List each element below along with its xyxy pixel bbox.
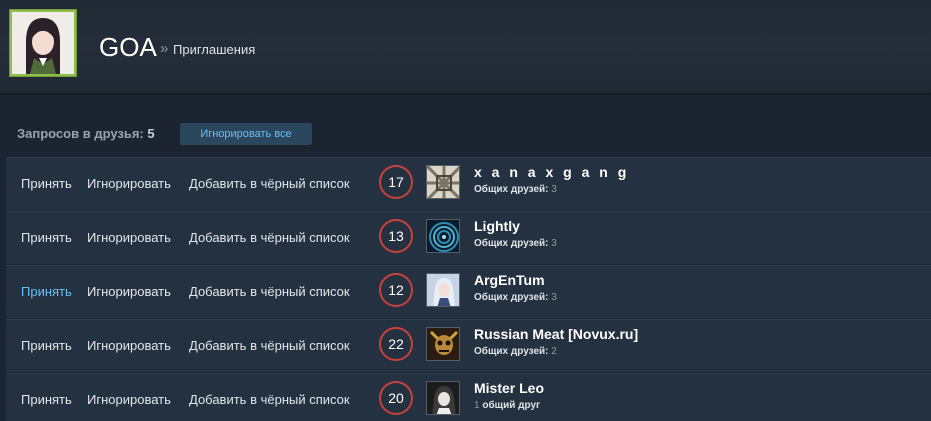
friend-name-link[interactable]: ArgEnTum: [474, 272, 545, 288]
block-button[interactable]: Добавить в чёрный список: [189, 392, 350, 407]
ignore-all-button[interactable]: Игнорировать все: [180, 123, 312, 145]
mutual-friends: Общих друзей: 3: [474, 184, 557, 195]
mutual-friends: Общих друзей: 2: [474, 346, 557, 357]
block-button[interactable]: Добавить в чёрный список: [189, 284, 350, 299]
mutual-friends-label: Общих друзей:: [474, 292, 549, 303]
ignore-button[interactable]: Игнорировать: [87, 176, 171, 191]
spiral-avatar-icon[interactable]: [426, 219, 460, 253]
block-button[interactable]: Добавить в чёрный список: [189, 230, 350, 245]
mutual-friends: Общих друзей: 3: [474, 238, 557, 249]
accept-button[interactable]: Принять: [21, 284, 72, 299]
ignore-button[interactable]: Игнорировать: [87, 230, 171, 245]
friend-request-row: Принять Игнорировать Добавить в чёрный с…: [6, 211, 931, 264]
friend-name-link[interactable]: x a n a x g a n g: [474, 164, 629, 180]
friend-request-row: Принять Игнорировать Добавить в чёрный с…: [6, 157, 931, 210]
mutual-friends-count: 1: [474, 400, 480, 411]
friend-request-row: Принять Игнорировать Добавить в чёрный с…: [6, 265, 931, 318]
profile-name-link[interactable]: GOA: [99, 32, 157, 62]
skull-avatar-icon[interactable]: [426, 327, 460, 361]
steam-level-badge: 22: [379, 327, 413, 361]
mutual-friends: 1 общий друг: [474, 400, 540, 411]
mutual-friends-count: 3: [551, 184, 557, 195]
ignore-button[interactable]: Игнорировать: [87, 284, 171, 299]
pattern-avatar-icon[interactable]: [426, 165, 460, 199]
mutual-friends-label: Общих друзей:: [474, 184, 549, 195]
accept-button[interactable]: Принять: [21, 338, 72, 353]
profile-avatar[interactable]: [9, 9, 77, 77]
friend-invites-page: GOA » Приглашения Запросов в друзья: 5 И…: [0, 0, 931, 421]
mutual-friends-count: 2: [551, 346, 557, 357]
steam-level-badge: 12: [379, 273, 413, 307]
friend-name-link[interactable]: Mister Leo: [474, 380, 544, 396]
mutual-friends-label: общий друг: [482, 400, 541, 411]
requests-summary: Запросов в друзья: 5: [17, 126, 155, 141]
mutual-friends-count: 3: [551, 292, 557, 303]
accept-button[interactable]: Принять: [21, 176, 72, 191]
profile-header: GOA » Приглашения: [0, 0, 931, 93]
mutual-friends-count: 3: [551, 238, 557, 249]
page-title: Приглашения: [173, 42, 256, 57]
block-button[interactable]: Добавить в чёрный список: [189, 176, 350, 191]
friend-name-link[interactable]: Lightly: [474, 218, 520, 234]
block-button[interactable]: Добавить в чёрный список: [189, 338, 350, 353]
ignore-button[interactable]: Игнорировать: [87, 392, 171, 407]
requests-label: Запросов в друзья:: [17, 126, 144, 141]
breadcrumb-separator: »: [160, 40, 169, 57]
profile-avatar-image-icon: [12, 12, 74, 74]
mutual-friends-label: Общих друзей:: [474, 346, 549, 357]
ignore-button[interactable]: Игнорировать: [87, 338, 171, 353]
person-avatar-icon[interactable]: [426, 381, 460, 415]
friend-request-row: Принять Игнорировать Добавить в чёрный с…: [6, 319, 931, 372]
steam-level-badge: 17: [379, 165, 413, 199]
friend-name-link[interactable]: Russian Meat [Novux.ru]: [474, 326, 638, 342]
steam-level-badge: 13: [379, 219, 413, 253]
mutual-friends: Общих друзей: 3: [474, 292, 557, 303]
friend-request-row: Принять Игнорировать Добавить в чёрный с…: [6, 373, 931, 421]
steam-level-badge: 20: [379, 381, 413, 415]
anime-avatar-icon[interactable]: [426, 273, 460, 307]
accept-button[interactable]: Принять: [21, 230, 72, 245]
requests-count: 5: [147, 126, 155, 141]
accept-button[interactable]: Принять: [21, 392, 72, 407]
mutual-friends-label: Общих друзей:: [474, 238, 549, 249]
